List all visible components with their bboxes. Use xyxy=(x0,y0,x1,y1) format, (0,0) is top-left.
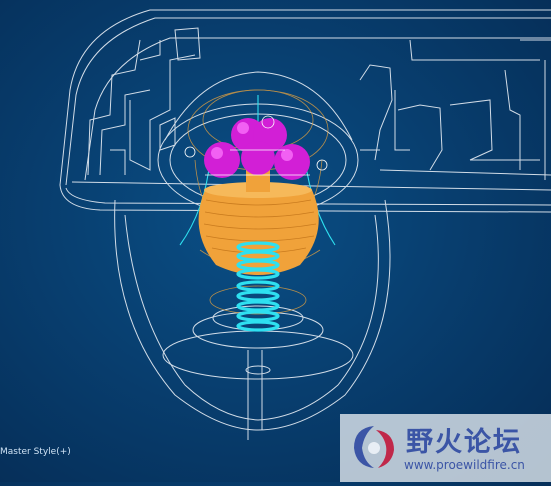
watermark-title: 野火论坛 xyxy=(406,427,522,458)
cad-viewport[interactable] xyxy=(0,0,551,482)
forum-logo-icon xyxy=(354,426,394,468)
display-style-label: Master Style(+) xyxy=(0,447,71,457)
detent-balls xyxy=(204,118,310,180)
watermark-url: www.proewildfire.cn xyxy=(404,458,525,472)
watermark: 野火论坛 www.proewildfire.cn xyxy=(340,414,551,482)
wireframe-model xyxy=(59,9,551,440)
